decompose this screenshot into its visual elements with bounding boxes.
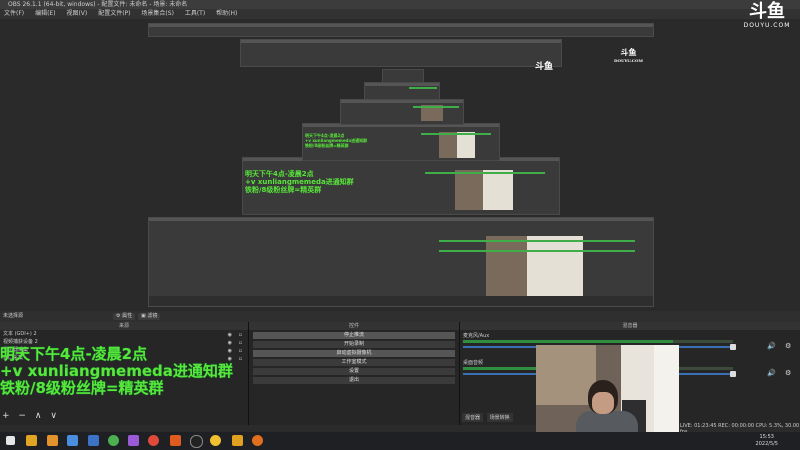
- menu-view[interactable]: 视图(V): [66, 10, 87, 17]
- mail-icon[interactable]: [88, 435, 99, 446]
- tab-transitions[interactable]: 场景转换: [486, 413, 513, 422]
- system-clock[interactable]: 15:53 2022/5/5: [756, 434, 778, 448]
- folder-icon[interactable]: [47, 435, 58, 446]
- menu-scene-collection[interactable]: 场景集合(S): [141, 10, 174, 17]
- douyu-watermark: 斗鱼 DOUYU.COM: [743, 1, 791, 30]
- file-explorer-icon[interactable]: [26, 435, 37, 446]
- mirror-frame-6: [382, 69, 424, 83]
- channel-name: 桌面音频: [463, 360, 484, 366]
- sources-dock-title: 来源: [0, 322, 248, 330]
- mirror-frame-8: [148, 23, 654, 37]
- mirror-frame-4: [340, 99, 464, 125]
- mirror-frame-7: [240, 39, 562, 67]
- volume-slider-handle[interactable]: [730, 344, 736, 350]
- controls-dock-title: 控件: [249, 322, 459, 330]
- no-source-label: 未选择源: [3, 313, 24, 319]
- mirror-frame-5: [364, 82, 440, 100]
- chrome-icon[interactable]: [148, 435, 159, 446]
- settings-button[interactable]: 设置: [253, 368, 455, 375]
- exit-button[interactable]: 退出: [253, 377, 455, 384]
- stream-overlay-text: 明天下午4点-凌晨2点 +v xunliangmemeda进通知群 铁粉/8级粉…: [0, 346, 233, 397]
- mixer-tabs: 混音器 场景转换: [462, 413, 515, 422]
- app-icon[interactable]: [67, 435, 78, 446]
- start-recording-button[interactable]: 开始录制: [253, 341, 455, 348]
- app-icon-2[interactable]: [128, 435, 139, 446]
- speaker-icon[interactable]: 🔊: [767, 369, 776, 377]
- menu-profile[interactable]: 配置文件(P): [98, 10, 130, 17]
- windows-start-icon[interactable]: [6, 436, 15, 445]
- menu-file[interactable]: 文件(F): [4, 10, 24, 17]
- source-toolbar: 未选择源 ⚙ 属性 ▣ 滤镜: [0, 311, 800, 322]
- douyu-logo-mid: 斗鱼 DOUYU.COM: [614, 47, 643, 63]
- tab-mixer[interactable]: 混音器: [462, 413, 484, 422]
- app-icon-5[interactable]: [232, 435, 243, 446]
- volume-meter: [463, 340, 673, 343]
- overlay-line-1: 明天下午4点-凌晨2点: [0, 345, 148, 363]
- menu-bar: 文件(F) 编辑(E) 视图(V) 配置文件(P) 场景集合(S) 工具(T) …: [0, 9, 800, 19]
- app-icon-3[interactable]: [170, 435, 181, 446]
- stop-streaming-button[interactable]: 停止推流: [253, 332, 455, 339]
- source-item[interactable]: 文本 (GDI+) 2 ◉ ▫: [0, 330, 248, 338]
- move-down-button[interactable]: ∨: [50, 411, 57, 421]
- volume-meter-empty: [673, 340, 733, 343]
- lock-icon[interactable]: ▫: [239, 355, 242, 363]
- gear-icon[interactable]: ⚙: [785, 342, 791, 350]
- wechat-icon[interactable]: [108, 435, 119, 446]
- mixer-dock-title: 混音器: [460, 322, 800, 330]
- person-face: [592, 392, 614, 414]
- properties-button[interactable]: ⚙ 属性: [113, 313, 136, 320]
- filters-button[interactable]: ▣ 滤镜: [138, 313, 161, 320]
- controls-dock: 控件 停止推流 开始录制 启动虚拟摄像机 工作室模式 设置 退出: [249, 322, 460, 425]
- move-up-button[interactable]: ∧: [35, 411, 42, 421]
- menu-edit[interactable]: 编辑(E): [35, 10, 55, 17]
- menu-tools[interactable]: 工具(T): [185, 10, 205, 17]
- virtual-camera-button[interactable]: 启动虚拟摄像机: [253, 350, 455, 357]
- windows-taskbar: 15:53 2022/5/5: [0, 432, 800, 450]
- mirror-frame-1: [148, 217, 654, 307]
- overlay-line-2: +v xunliangmemeda进通知群: [0, 362, 233, 380]
- remove-source-button[interactable]: −: [18, 411, 26, 421]
- app-icon-6[interactable]: [252, 435, 263, 446]
- douyu-logo-small: 斗鱼: [535, 62, 554, 72]
- overlay-line-3: 铁粉/8级粉丝牌=精英群: [0, 379, 164, 397]
- mirror-frame-2: 明天下午4点-凌晨2点 +v xunliangmemeda进通知群 铁粉/8级粉丝牌…: [242, 157, 560, 215]
- bg-shelf: [536, 345, 596, 405]
- preview-canvas[interactable]: 明天下午4点-凌晨2点 +v xunliangmemeda进通知群 铁粉/8级粉丝牌…: [0, 19, 800, 311]
- volume-meter-empty: [673, 367, 733, 370]
- studio-mode-button[interactable]: 工作室模式: [253, 359, 455, 366]
- app-icon-4[interactable]: [210, 435, 221, 446]
- channel-name: 麦克风/Aux: [463, 333, 490, 339]
- add-source-button[interactable]: +: [2, 411, 10, 421]
- volume-slider-handle[interactable]: [730, 371, 736, 377]
- speaker-icon[interactable]: 🔊: [767, 342, 776, 350]
- obs-icon[interactable]: [190, 435, 203, 448]
- mirror-frame-3: 明天下午4点-凌晨2点 +v xunliangmemeda进通知群 铁粉/8级粉丝牌…: [302, 123, 500, 161]
- gear-icon[interactable]: ⚙: [785, 369, 791, 377]
- window-titlebar: OBS 26.1.1 (64-bit, windows) - 配置文件: 未命名…: [0, 0, 800, 9]
- menu-help[interactable]: 帮助(H): [216, 10, 237, 17]
- source-tools: + − ∧ ∨: [2, 411, 63, 421]
